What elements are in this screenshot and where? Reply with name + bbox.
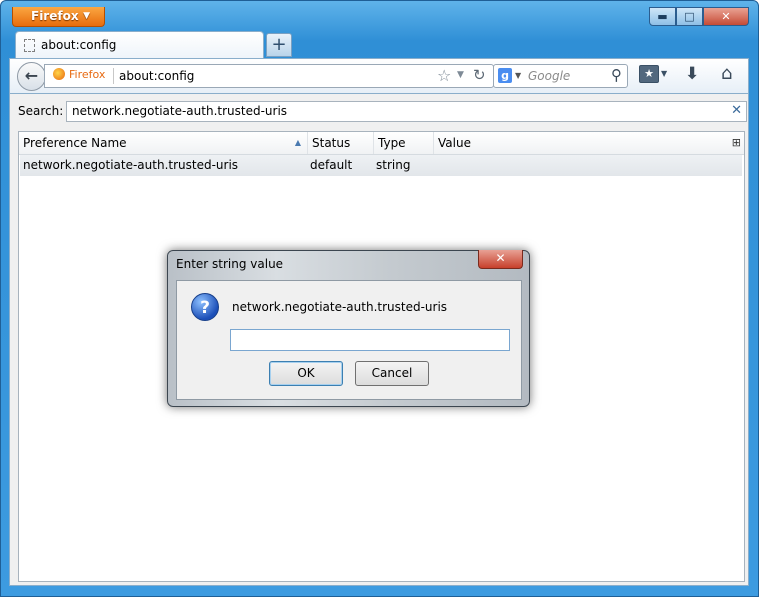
string-value-input[interactable]	[230, 329, 510, 351]
tab-about-config[interactable]: about:config	[15, 31, 264, 59]
sort-ascending-icon: ▲	[294, 138, 301, 147]
column-header-value[interactable]: Value	[434, 132, 728, 154]
google-engine-icon[interactable]: g	[498, 68, 512, 83]
search-bar[interactable]: g ▼ Google ⚲	[493, 64, 628, 88]
minimize-button[interactable]: ▬	[649, 7, 676, 26]
search-placeholder[interactable]: Google	[528, 69, 570, 83]
download-icon[interactable]: ⬇	[685, 64, 699, 84]
firefox-menu-label: Firefox	[31, 9, 79, 23]
maximize-button[interactable]: □	[676, 7, 703, 26]
config-search-value[interactable]: network.negotiate-auth.trusted-uris	[72, 104, 287, 118]
table-row[interactable]: network.negotiate-auth.trusted-uris defa…	[20, 155, 742, 176]
config-search-label: Search:	[18, 104, 64, 118]
url-text[interactable]: about:config	[119, 69, 194, 83]
blank-page-icon	[24, 39, 35, 52]
firefox-window: Firefox ▼ ▬ □ ✕ about:config + ← Firefox…	[0, 0, 759, 597]
column-picker-icon[interactable]: ⊞	[732, 136, 741, 149]
column-header-status[interactable]: Status	[308, 132, 374, 154]
history-dropdown-icon[interactable]: ▼	[457, 70, 464, 80]
dialog-message: network.negotiate-auth.trusted-uris	[232, 300, 448, 314]
search-icon[interactable]: ⚲	[611, 66, 622, 84]
cancel-button[interactable]: Cancel	[355, 361, 429, 386]
bookmarks-icon[interactable]: ★	[639, 65, 659, 83]
pref-type-cell: string	[376, 158, 411, 172]
table-header: Preference Name ▲ Status Type Value ⊞	[19, 132, 744, 155]
clear-icon[interactable]: ✕	[731, 103, 742, 118]
star-icon[interactable]: ☆	[437, 66, 451, 85]
dialog-close-button[interactable]: ✕	[478, 250, 523, 269]
pref-status-cell: default	[310, 158, 353, 172]
column-header-type[interactable]: Type	[374, 132, 434, 154]
column-header-preference-name[interactable]: Preference Name ▲	[19, 132, 308, 154]
back-arrow-icon[interactable]: ←	[17, 62, 46, 91]
ok-button[interactable]: OK	[269, 361, 343, 386]
question-icon: ?	[191, 293, 219, 321]
home-icon[interactable]: ⌂	[721, 63, 732, 84]
url-separator	[113, 68, 114, 84]
identity-box[interactable]: Firefox	[53, 68, 105, 84]
close-window-button[interactable]: ✕	[703, 7, 749, 26]
column-label: Preference Name	[23, 136, 127, 150]
dialog-body: ? network.negotiate-auth.trusted-uris OK…	[176, 280, 522, 400]
firefox-menu-button[interactable]: Firefox ▼	[12, 7, 105, 27]
reload-icon[interactable]: ↻	[473, 66, 486, 84]
engine-dropdown-icon[interactable]: ▼	[515, 71, 521, 80]
new-tab-button[interactable]: +	[266, 33, 292, 57]
firefox-logo-icon	[53, 68, 65, 80]
url-bar[interactable]: Firefox about:config ☆ ▼ ↻	[44, 64, 494, 88]
tab-title: about:config	[41, 38, 117, 52]
bookmarks-dropdown-icon[interactable]: ▼	[661, 69, 667, 78]
dialog-title: Enter string value	[176, 257, 284, 271]
enter-string-dialog: Enter string value ✕ ? network.negotiate…	[167, 250, 530, 407]
chevron-down-icon: ▼	[83, 11, 90, 21]
config-search-input[interactable]: network.negotiate-auth.trusted-uris ✕	[66, 101, 747, 122]
navigation-toolbar: ← Firefox about:config ☆ ▼ ↻ g ▼ Google …	[9, 58, 749, 94]
identity-label: Firefox	[69, 68, 106, 81]
pref-name-cell: network.negotiate-auth.trusted-uris	[23, 158, 239, 172]
